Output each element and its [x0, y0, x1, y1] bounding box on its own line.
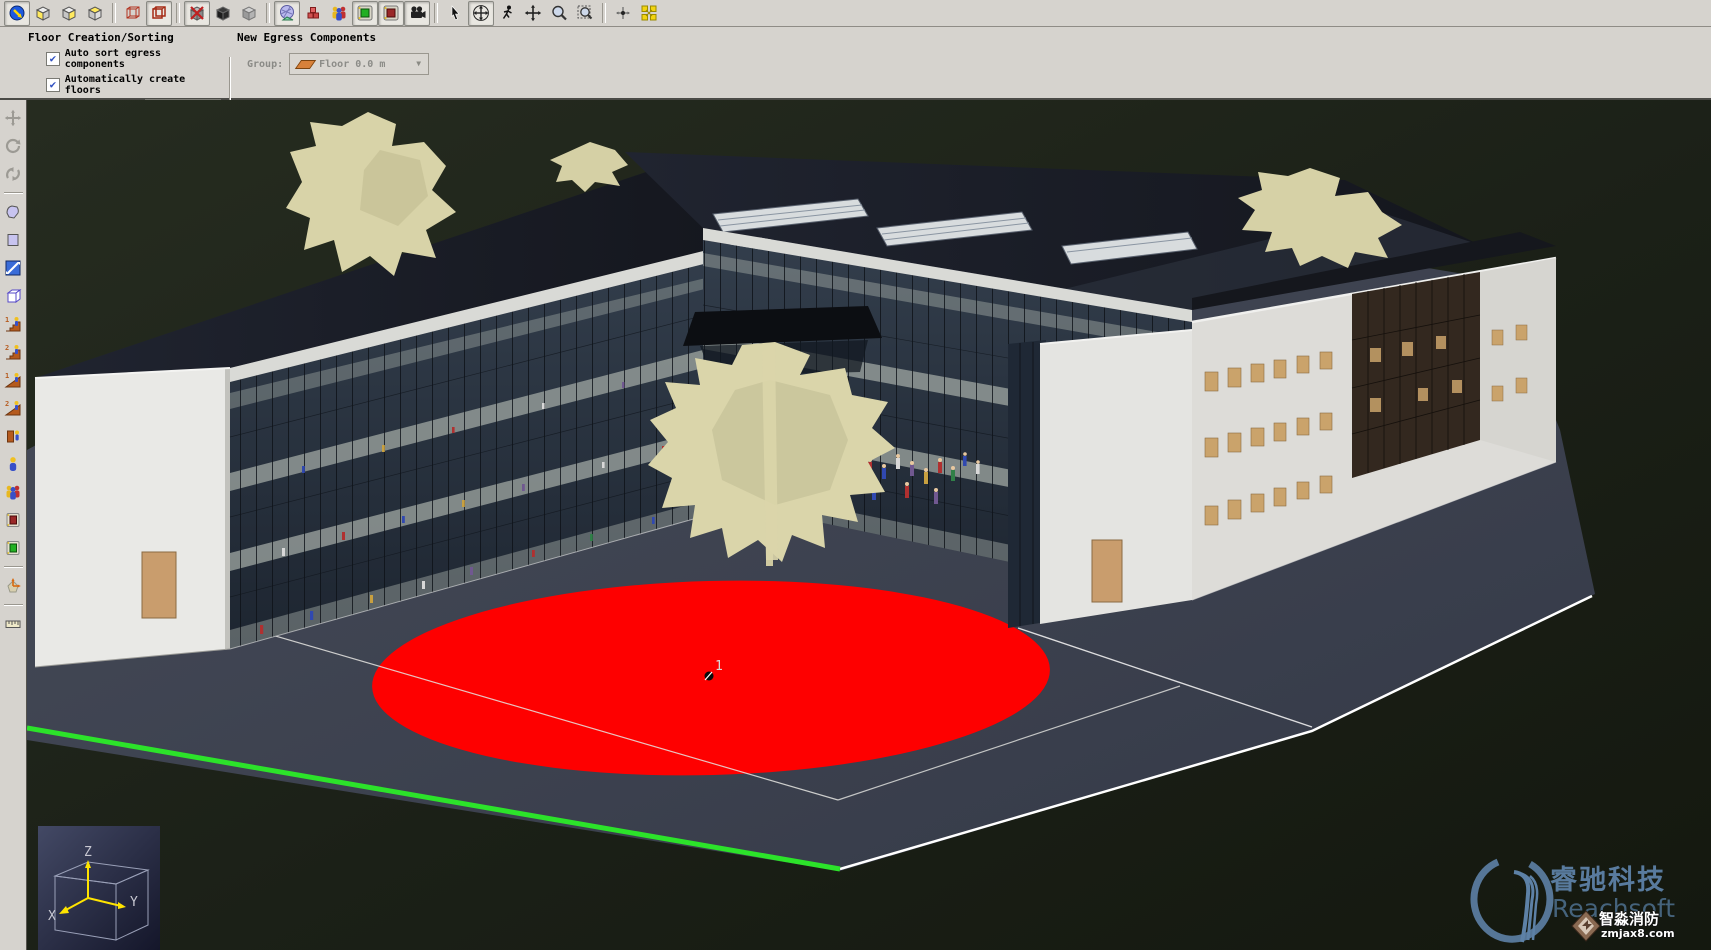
zoom-target-icon[interactable] [610, 1, 636, 26]
svg-text:2: 2 [5, 400, 9, 408]
tools-sidebar: 1 2 1 2 [0, 100, 27, 950]
auto-sort-label: Auto sort egress components [65, 48, 224, 70]
egress-panel-title: New Egress Components [237, 31, 429, 44]
door-occupant-icon[interactable] [1, 424, 26, 448]
sidebar-separator [4, 604, 23, 606]
toolbar-separator [176, 3, 180, 23]
svg-text:2: 2 [5, 344, 9, 352]
gray-cube-icon[interactable] [236, 1, 262, 26]
wireframe-cube-2-icon[interactable] [146, 1, 172, 26]
ruler-icon[interactable] [1, 612, 26, 636]
rotate-disabled-icon[interactable] [1, 134, 26, 158]
walk-icon[interactable] [494, 1, 520, 26]
cube-face-right-icon[interactable] [82, 1, 108, 26]
stairs-1-icon[interactable]: 1 [1, 312, 26, 336]
polygon-room-icon[interactable] [1, 200, 26, 224]
door-red-icon[interactable] [1, 508, 26, 532]
wireframe-cube-icon[interactable] [120, 1, 146, 26]
ramp-1-icon[interactable]: 1 [1, 368, 26, 392]
edit-plane-icon[interactable] [1, 256, 26, 280]
svg-text:1: 1 [5, 316, 9, 324]
pan-icon[interactable] [520, 1, 546, 26]
application-window: Floor Creation/Sorting ✔ Auto sort egres… [0, 0, 1711, 950]
orbit-icon[interactable] [468, 1, 494, 26]
auto-create-floors-label: Automatically create floors [65, 74, 224, 96]
occupant-group-icon[interactable] [326, 1, 352, 26]
floor-panel-title: Floor Creation/Sorting [28, 31, 224, 44]
extrude-prism-icon[interactable] [1, 284, 26, 308]
axis-y-label: Y [130, 895, 138, 910]
toolbar-separator [602, 3, 606, 23]
group-label: Group: [247, 59, 283, 70]
new-egress-components-panel: New Egress Components Group: Floor 0.0 m… [237, 31, 429, 75]
stairs-2-icon[interactable]: 2 [1, 340, 26, 364]
cube-face-left-icon[interactable] [30, 1, 56, 26]
dark-cube-icon[interactable] [210, 1, 236, 26]
rectangle-room-icon[interactable] [1, 228, 26, 252]
green-door-icon[interactable] [352, 1, 378, 26]
options-panel-row: Floor Creation/Sorting ✔ Auto sort egres… [0, 27, 1711, 100]
toolbar-separator [266, 3, 270, 23]
floor-icon [295, 60, 316, 69]
occupant-icon[interactable] [1, 452, 26, 476]
zoom-box-icon[interactable] [572, 1, 598, 26]
axis-gizmo[interactable]: Z X Y [38, 826, 160, 950]
group-dropdown[interactable]: Floor 0.0 m ▼ [289, 53, 429, 75]
camera-icon[interactable] [404, 1, 430, 26]
auto-create-floors-checkbox[interactable]: ✔ [46, 78, 60, 92]
marker-label: 1 [715, 659, 723, 674]
sidebar-separator [4, 192, 23, 194]
blocks-icon[interactable] [300, 1, 326, 26]
mirror-disabled-icon[interactable] [1, 162, 26, 186]
nav-sphere-icon[interactable] [4, 1, 30, 26]
toolbar-separator [112, 3, 116, 23]
select-cursor-icon[interactable] [442, 1, 468, 26]
ramp-2-icon[interactable]: 2 [1, 396, 26, 420]
terrain-mesh-icon[interactable] [274, 1, 300, 26]
zoom-icon[interactable] [546, 1, 572, 26]
door-exit-green-icon[interactable] [1, 536, 26, 560]
toolbar-separator [434, 3, 438, 23]
group-dropdown-value: Floor 0.0 m [319, 59, 385, 70]
move-disabled-icon[interactable] [1, 106, 26, 130]
axis-z-label: Z [84, 845, 92, 860]
hide-object-cube-icon[interactable] [184, 1, 210, 26]
axis-x-label: X [48, 909, 56, 924]
red-door-icon[interactable] [378, 1, 404, 26]
occupant-group-icon[interactable] [1, 480, 26, 504]
svg-text:1: 1 [5, 372, 9, 380]
cube-face-front-icon[interactable] [56, 1, 82, 26]
3d-viewport[interactable]: 1 Z X Y [27, 100, 1711, 950]
sidebar-separator [4, 566, 23, 568]
3d-scene: 1 Z X Y [27, 100, 1711, 950]
auto-sort-checkbox[interactable]: ✔ [46, 52, 60, 66]
zoom-extents-icon[interactable] [636, 1, 662, 26]
main-toolbar [0, 0, 1711, 27]
move-object-icon[interactable] [1, 574, 26, 598]
chevron-down-icon[interactable]: ▼ [411, 56, 426, 70]
